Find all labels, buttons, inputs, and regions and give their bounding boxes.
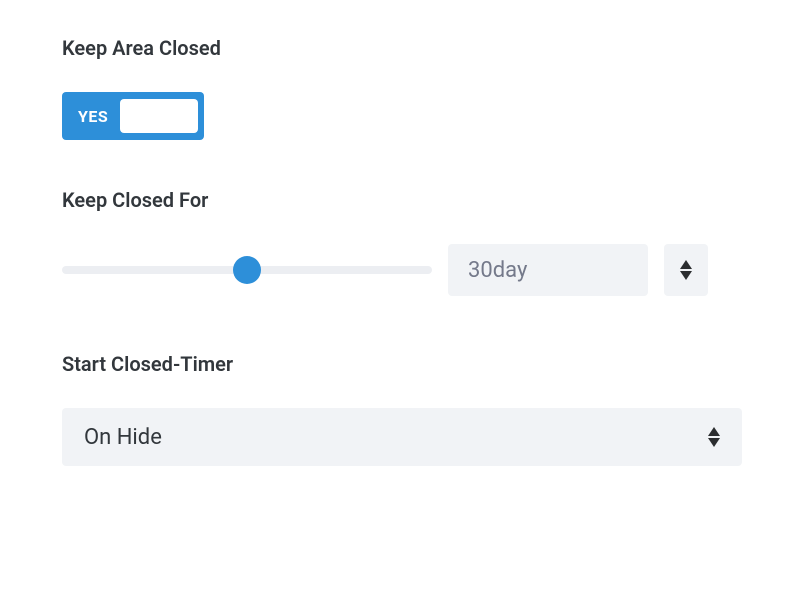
label-start-closed-timer: Start Closed-Timer (62, 352, 738, 376)
label-keep-area-closed: Keep Area Closed (62, 36, 738, 60)
slider-keep-closed-for[interactable] (62, 258, 432, 282)
toggle-knob (120, 99, 198, 133)
chevron-down-icon (680, 271, 692, 280)
select-caret-icon (708, 427, 720, 447)
chevron-up-icon (680, 260, 692, 269)
select-start-closed-timer[interactable]: On Hide (62, 408, 742, 466)
stepper-keep-closed-for[interactable] (664, 244, 708, 296)
value-display-keep-closed-for: 30day (448, 244, 648, 296)
select-value: On Hide (84, 425, 162, 450)
slider-thumb[interactable] (233, 256, 261, 284)
toggle-state-label: YES (78, 107, 108, 126)
label-keep-closed-for: Keep Closed For (62, 188, 738, 212)
toggle-keep-area-closed[interactable]: YES (62, 92, 204, 140)
